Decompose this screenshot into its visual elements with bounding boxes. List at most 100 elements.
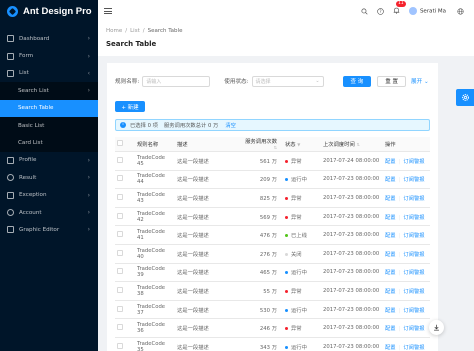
question-icon[interactable]: ? <box>377 7 384 15</box>
info-icon: i <box>120 122 126 128</box>
sidebar-item-card-list[interactable]: Card List <box>0 134 98 152</box>
config-link[interactable]: 配置 <box>385 270 396 276</box>
col-rule-name: 规则名称 <box>135 137 175 152</box>
row-checkbox[interactable] <box>117 305 123 312</box>
col-calls[interactable]: 服务调用次数 ⇅ <box>239 137 283 152</box>
rule-name-cell: TradeCode 35 <box>135 337 175 351</box>
sidebar-item-graphic-editor[interactable]: Graphic Editor › <box>0 221 98 238</box>
config-link[interactable]: 配置 <box>385 345 396 351</box>
rule-name-cell: TradeCode 39 <box>135 263 175 283</box>
sidebar-item-basic-list[interactable]: Basic List <box>0 116 98 135</box>
config-link[interactable]: 配置 <box>385 326 396 332</box>
user-icon <box>7 209 14 217</box>
config-link[interactable]: 配置 <box>385 196 396 202</box>
subscribe-alert-link[interactable]: 订阅警报 <box>403 289 424 295</box>
row-checkbox[interactable] <box>117 193 123 200</box>
chevron-down-icon: › <box>87 209 90 217</box>
status-cell: 异常 <box>283 207 321 227</box>
actions-cell: 配置 | 订阅警报 <box>383 225 430 245</box>
subscribe-alert-link[interactable]: 订阅警报 <box>403 177 424 183</box>
subscribe-alert-link[interactable]: 订阅警报 <box>403 326 424 332</box>
sidebar-item-account[interactable]: Account › <box>0 204 98 221</box>
clear-link[interactable]: 清空 <box>225 121 236 129</box>
actions-cell: 配置 | 订阅警报 <box>383 188 430 208</box>
row-checkbox[interactable] <box>117 286 123 293</box>
row-checkbox[interactable] <box>117 156 123 163</box>
config-link[interactable]: 配置 <box>385 233 396 239</box>
back-to-top-button[interactable] <box>429 320 444 335</box>
chevron-down-icon: › <box>87 191 90 199</box>
global-icon[interactable] <box>457 7 464 15</box>
config-link[interactable]: 配置 <box>385 252 396 258</box>
config-link[interactable]: 配置 <box>385 215 396 221</box>
subscribe-alert-link[interactable]: 订阅警报 <box>403 159 424 165</box>
search-icon[interactable] <box>361 7 368 15</box>
sidebar-item-result[interactable]: Result › <box>0 169 98 186</box>
sidebar-item-label: Search List <box>18 87 49 94</box>
sidebar-item-form[interactable]: Form › <box>0 47 98 64</box>
sidebar-item-dashboard[interactable]: Dashboard › <box>0 30 98 47</box>
description-cell: 这是一段描述 <box>175 151 239 171</box>
row-checkbox[interactable] <box>117 342 123 349</box>
username: Serati Ma <box>419 8 446 15</box>
new-button[interactable]: + 新建 <box>115 101 145 112</box>
breadcrumb-list[interactable]: List <box>130 28 140 34</box>
subscribe-alert-link[interactable]: 订阅警报 <box>403 252 424 258</box>
status-dot <box>285 159 288 163</box>
sidebar-item-list[interactable]: List ‹ <box>0 65 98 82</box>
row-checkbox[interactable] <box>117 268 123 275</box>
calls-cell: 465 万 <box>239 263 283 283</box>
select-all-checkbox[interactable] <box>117 140 123 146</box>
menu-toggle-icon[interactable] <box>104 8 112 14</box>
download-icon <box>434 324 439 331</box>
settings-drawer-button[interactable] <box>456 89 474 106</box>
status-cell: 异常 <box>283 151 321 171</box>
sidebar-item-label: Exception <box>19 192 47 199</box>
logo[interactable]: Ant Design Pro <box>0 0 98 22</box>
row-checkbox[interactable] <box>117 212 123 219</box>
table-row: TradeCode 36 这是一段描述 246 万异常 2017-07-23 08:0… <box>115 318 430 338</box>
col-status[interactable]: 状态 ▼ <box>283 137 321 152</box>
status-dot <box>285 289 288 293</box>
query-button[interactable]: 查 询 <box>342 75 372 87</box>
subscribe-alert-link[interactable]: 订阅警报 <box>403 270 424 276</box>
reset-button[interactable]: 重 置 <box>377 75 407 87</box>
rule-name-cell: TradeCode 43 <box>135 188 175 208</box>
subscribe-alert-link[interactable]: 订阅警报 <box>403 345 424 351</box>
sidebar-item-search-list[interactable]: Search List › <box>0 82 98 100</box>
breadcrumb-home[interactable]: Home <box>106 28 122 34</box>
row-checkbox[interactable] <box>117 249 123 256</box>
subscribe-alert-link[interactable]: 订阅警报 <box>403 215 424 221</box>
sidebar-item-exception[interactable]: Exception › <box>0 187 98 204</box>
subscribe-alert-link[interactable]: 订阅警报 <box>403 196 424 202</box>
status-cell: 异常 <box>283 188 321 208</box>
config-link[interactable]: 配置 <box>385 159 396 165</box>
col-schedule-time[interactable]: 上次调度时间 ⇅ <box>321 137 383 152</box>
subscribe-alert-link[interactable]: 订阅警报 <box>403 308 424 314</box>
actions-cell: 配置 | 订阅警报 <box>383 281 430 301</box>
table-row: TradeCode 40 这是一段描述 276 万关闭 2017-07-23 08:0… <box>115 244 430 264</box>
notification-bell[interactable]: 11 <box>393 0 406 16</box>
sidebar: Ant Design Pro Dashboard › Form › List ‹ Searc… <box>0 0 98 351</box>
expand-link[interactable]: 展开 ⌄ <box>411 77 429 85</box>
sidebar-item-search-table[interactable]: Search Table <box>0 99 98 117</box>
user-menu[interactable]: Serati Ma <box>408 7 446 15</box>
warning-icon <box>7 191 14 199</box>
sidebar-item-profile[interactable]: Profile › <box>0 152 98 169</box>
status-select[interactable]: 请选择 ⌄ <box>251 75 324 87</box>
config-link[interactable]: 配置 <box>385 289 396 295</box>
row-checkbox[interactable] <box>117 175 123 182</box>
status-dot <box>285 327 288 331</box>
description-cell: 这是一段描述 <box>175 263 239 283</box>
rule-name-input[interactable]: 请输入 <box>142 75 211 87</box>
bell-icon <box>393 7 400 14</box>
row-checkbox[interactable] <box>117 231 123 238</box>
sidebar-item-label: List <box>19 70 29 77</box>
calls-cell: 55 万 <box>239 281 283 301</box>
chevron-down-icon: › <box>87 35 90 43</box>
config-link[interactable]: 配置 <box>385 177 396 183</box>
config-link[interactable]: 配置 <box>385 308 396 314</box>
schedule-time-cell: 2017-07-23 08:00:00 <box>321 300 383 320</box>
row-checkbox[interactable] <box>117 324 123 331</box>
subscribe-alert-link[interactable]: 订阅警报 <box>403 233 424 239</box>
